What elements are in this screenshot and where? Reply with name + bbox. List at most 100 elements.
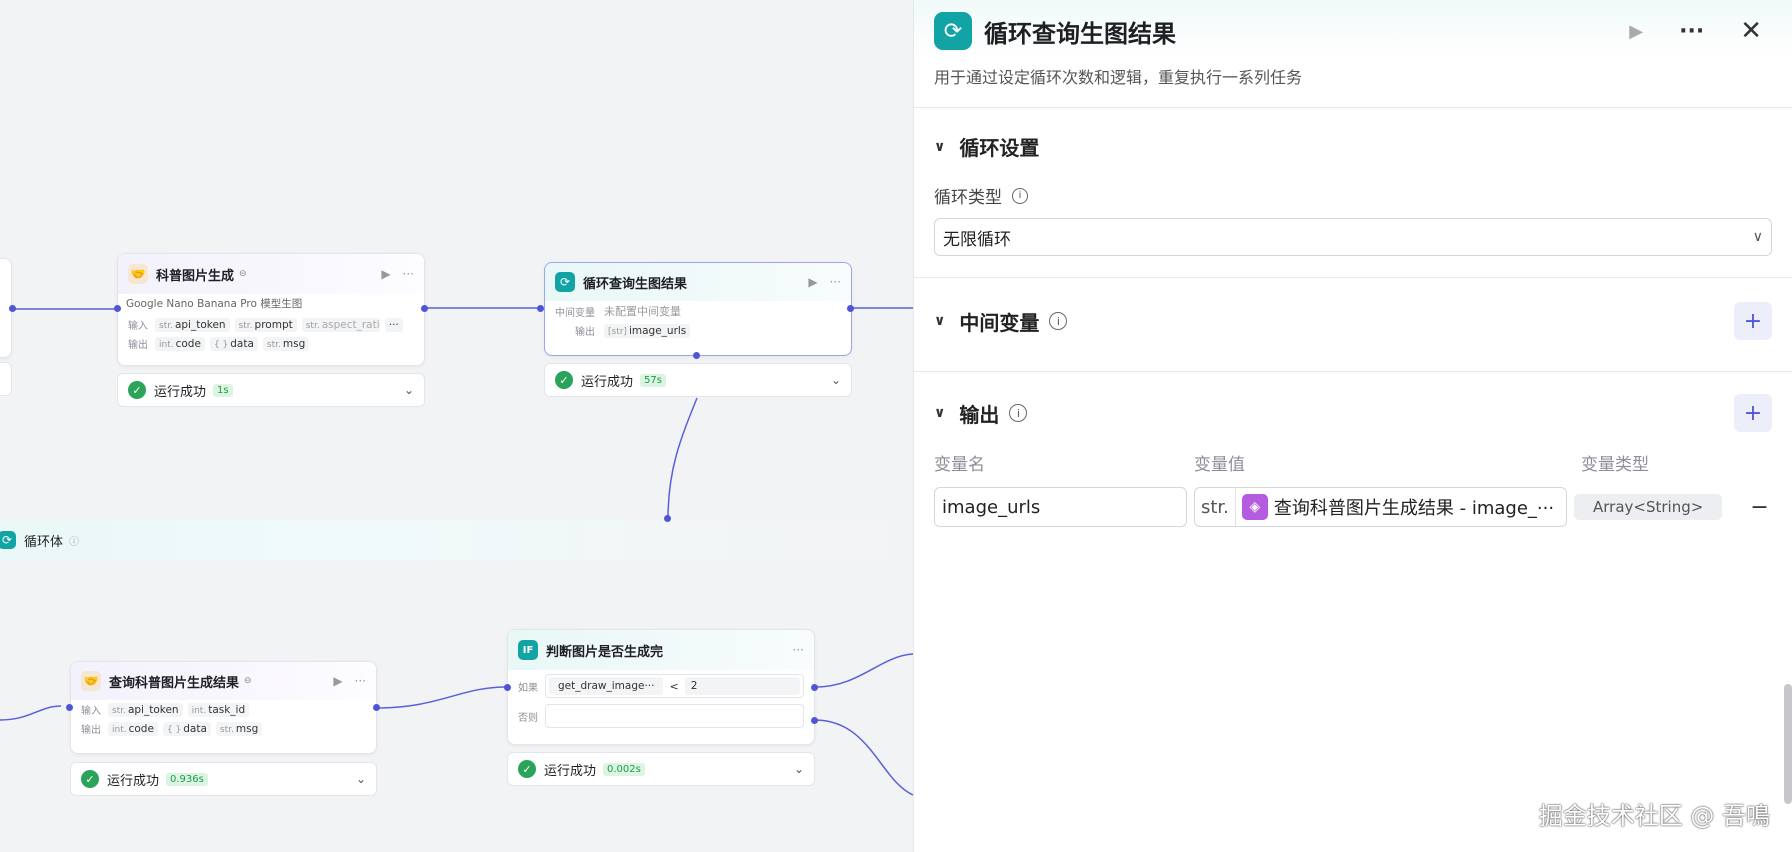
section-header[interactable]: ∨ 循环设置 <box>934 132 1772 161</box>
node-loop-query[interactable]: ⟳ 循环查询生图结果 ▶ ··· 中间变量 未配置中间变量 输出 [str] image… <box>544 262 852 356</box>
node-subtitle: Google Nano Banana Pro 模型生图 <box>126 298 303 310</box>
port[interactable] <box>664 515 671 522</box>
run-icon[interactable]: ▶ <box>381 267 390 281</box>
node-title: 查询科普图片生成结果 <box>109 675 240 691</box>
section-header[interactable]: ∨ 中间变量 i + <box>934 302 1772 340</box>
status-text: 运行成功 <box>154 384 207 400</box>
status-text: 运行成功 <box>107 773 160 789</box>
workflow-canvas[interactable]: 🤝 科普图片生成 ⊖ ▶ ··· Google Nano Banana Pro 模… <box>0 0 913 852</box>
close-icon[interactable]: ✕ <box>1740 16 1762 46</box>
port[interactable] <box>373 704 380 711</box>
run-status[interactable]: ✓ 运行成功 1s ⌄ <box>117 373 425 407</box>
output-label: 输出 <box>128 340 148 351</box>
chevron-down-icon[interactable]: ⌄ <box>404 383 414 397</box>
chevron-down-icon[interactable]: ⌄ <box>356 772 366 786</box>
chevron-down-icon[interactable]: ∨ <box>934 139 945 155</box>
output-chip: { } data <box>209 336 258 351</box>
info-icon: i <box>1009 404 1028 422</box>
wire-5 <box>0 705 62 721</box>
output-value-reference[interactable]: str. ◈ 查询科普图片生成结果 - image_··· <box>1194 487 1567 527</box>
port[interactable] <box>811 684 818 691</box>
port[interactable] <box>537 305 544 312</box>
run-icon[interactable]: ▶ <box>808 275 817 289</box>
run-status[interactable]: ✓ 运行成功 0.002s ⌄ <box>507 752 815 786</box>
input-chip: str. aspect_ratio <box>301 317 380 332</box>
add-mid-var-button[interactable]: + <box>1734 302 1772 340</box>
run-status[interactable]: ✓ 运行成功 0.936s ⌄ <box>70 762 377 796</box>
run-icon[interactable]: ▶ <box>333 674 342 688</box>
more-icon[interactable]: ··· <box>355 674 366 688</box>
panel-title: 循环查询生图结果 <box>984 19 1176 48</box>
port[interactable] <box>9 305 16 312</box>
condition-operator[interactable]: < <box>669 680 678 693</box>
node-header: IF 判断图片是否生成完 ··· <box>508 630 814 670</box>
add-output-button[interactable]: + <box>1734 394 1772 432</box>
loop-settings-section: ∨ 循环设置 循环类型 i 无限循环 ∨ <box>914 108 1792 278</box>
node-science-image-gen[interactable]: 🤝 科普图片生成 ⊖ ▶ ··· Google Nano Banana Pro 模… <box>117 253 425 366</box>
run-icon[interactable]: ▶ <box>1629 21 1643 42</box>
panel-header: ⟳ 循环查询生图结果 ▶ ··· ✕ 用于通过设定循环次数和逻辑，重复执行一系列… <box>914 0 1792 108</box>
input-chip: str. api_token <box>108 702 183 717</box>
chevron-down-icon[interactable]: ∨ <box>934 405 945 421</box>
more-icon[interactable]: ··· <box>1679 19 1704 44</box>
more-inputs-chip[interactable]: ··· <box>384 317 403 332</box>
value-type-prefix[interactable]: str. <box>1195 488 1236 526</box>
duration-badge: 1s <box>213 383 233 397</box>
condition-row[interactable]: get_draw_image··· < 2 <box>545 674 804 698</box>
partial-status-left <box>0 362 12 396</box>
node-query-result[interactable]: 🤝 查询科普图片生成结果 ⊖ ▶ ··· 输入 str. api_token int… <box>70 661 377 754</box>
loop-type-select[interactable]: 无限循环 ∨ <box>934 218 1772 256</box>
run-status[interactable]: ✓ 运行成功 57s ⌄ <box>544 363 852 397</box>
mid-var-label: 中间变量 <box>555 307 595 319</box>
more-icon[interactable]: ··· <box>830 275 841 289</box>
output-chip: { } data <box>162 721 211 736</box>
condition-variable[interactable]: get_draw_image··· <box>549 677 664 695</box>
reference-text: 查询科普图片生成结果 - image_··· <box>1273 498 1555 519</box>
plugin-icon: ⊖ <box>239 269 247 279</box>
port[interactable] <box>421 305 428 312</box>
more-icon[interactable]: ··· <box>793 643 804 657</box>
output-chip: [str] image_urls <box>604 323 691 338</box>
success-icon: ✓ <box>518 760 536 778</box>
section-title: 输出 <box>959 402 1000 427</box>
chevron-down-icon[interactable]: ∨ <box>934 313 945 329</box>
status-text: 运行成功 <box>544 763 597 779</box>
loop-type-value: 无限循环 <box>943 229 1011 250</box>
port[interactable] <box>66 704 73 711</box>
port[interactable] <box>847 305 854 312</box>
more-icon[interactable]: ··· <box>403 267 414 281</box>
loop-body-header: ⟳ 循环体 ⓘ <box>0 520 913 560</box>
output-type-badge: Array<String> <box>1574 494 1723 520</box>
node-condition[interactable]: IF 判断图片是否生成完 ··· 如果 get_draw_image··· < … <box>507 629 815 745</box>
input-chip: int. task_id <box>187 702 250 717</box>
else-row[interactable] <box>545 704 804 728</box>
output-chip: int. code <box>155 336 205 351</box>
port[interactable] <box>811 717 818 724</box>
port[interactable] <box>693 352 700 359</box>
chevron-down-icon[interactable]: ⌄ <box>794 762 804 776</box>
chevron-down-icon: ∨ <box>1752 229 1763 245</box>
input-chip: str. api_token <box>155 317 230 332</box>
node-title: 科普图片生成 <box>156 268 235 284</box>
remove-output-button[interactable]: − <box>1750 495 1768 520</box>
output-section: ∨ 输出 i + 变量名 变量值 变量类型 image_urls str. ◈ … <box>914 372 1792 527</box>
node-settings-panel: ⟳ 循环查询生图结果 ▶ ··· ✕ 用于通过设定循环次数和逻辑，重复执行一系列… <box>913 0 1792 852</box>
wire-7 <box>814 653 913 688</box>
section-title: 循环设置 <box>959 136 1040 160</box>
condition-value[interactable]: 2 <box>684 677 800 695</box>
info-icon: i <box>1012 187 1028 204</box>
node-header: 🤝 查询科普图片生成结果 ⊖ ▶ ··· <box>71 662 376 700</box>
chevron-down-icon[interactable]: ⌄ <box>831 373 841 387</box>
loop-icon: ⟳ <box>934 12 972 50</box>
node-title: 循环查询生图结果 <box>583 276 688 292</box>
port[interactable] <box>504 684 511 691</box>
info-icon: ⓘ <box>69 536 80 548</box>
col-type: 变量类型 <box>1581 455 1649 475</box>
scrollbar[interactable] <box>1784 684 1792 804</box>
info-icon: i <box>1049 312 1068 330</box>
cube-icon: ◈ <box>1241 494 1268 520</box>
section-header[interactable]: ∨ 输出 i + <box>934 394 1772 432</box>
output-name-input[interactable]: image_urls <box>934 487 1187 527</box>
port[interactable] <box>114 305 121 312</box>
if-label: 如果 <box>518 682 538 694</box>
